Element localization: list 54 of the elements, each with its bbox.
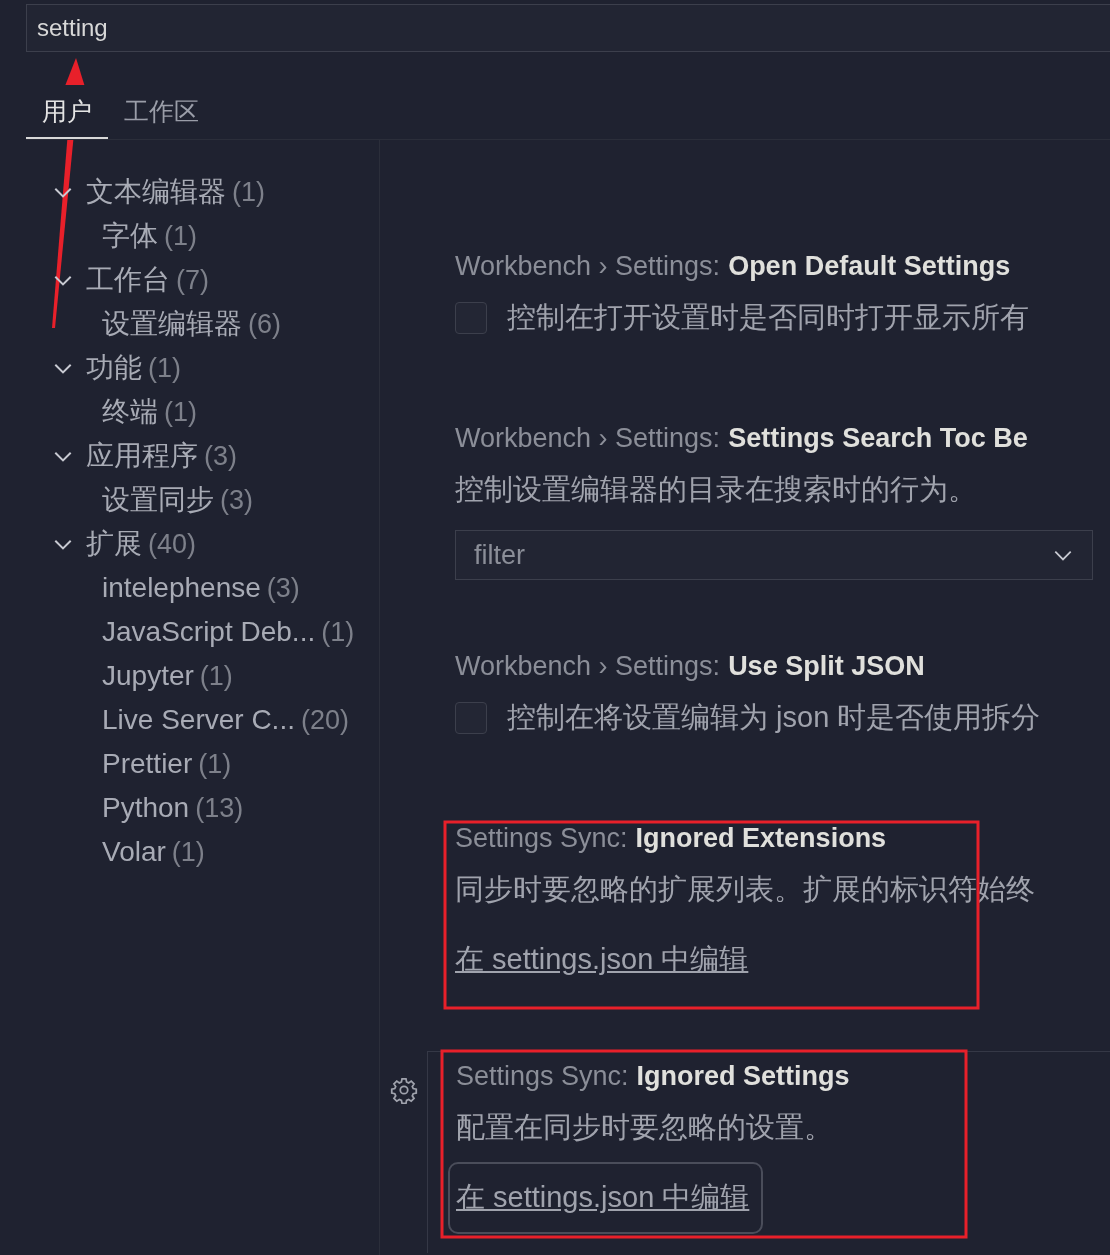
item-count: (1) — [232, 176, 265, 208]
settings-icon[interactable] — [390, 1076, 418, 1104]
toc-item[interactable]: 设置编辑器 — [102, 305, 242, 343]
item-count: (3) — [204, 440, 237, 472]
setting-category: Settings Sync: — [455, 823, 628, 853]
toc-item[interactable]: 字体 — [102, 217, 158, 255]
item-count: (1) — [171, 836, 205, 868]
toc-item[interactable]: 功能 — [86, 349, 142, 387]
toc-item[interactable]: 设置同步 — [102, 481, 214, 519]
setting-category: Workbench › Settings: — [455, 251, 721, 281]
setting-category: Workbench › Settings: — [455, 423, 721, 453]
item-count: (6) — [248, 308, 281, 340]
item-count: (3) — [220, 484, 253, 516]
dropdown[interactable]: filter — [455, 530, 1093, 580]
search-field[interactable]: setting — [26, 4, 1110, 52]
item-count: (3) — [266, 572, 300, 604]
setting-category: Settings Sync: — [456, 1061, 629, 1091]
toc-item[interactable]: 工作台 — [86, 261, 170, 299]
setting-name: Use Split JSON — [728, 651, 925, 681]
checkbox[interactable] — [455, 702, 487, 734]
checkbox[interactable] — [455, 302, 487, 334]
item-count: (7) — [176, 264, 209, 296]
toc-item[interactable]: Prettier — [102, 748, 193, 780]
item-count: (40) — [148, 528, 196, 560]
toc-item[interactable]: 终端 — [102, 393, 158, 431]
toc-item[interactable]: 扩展 — [86, 525, 142, 563]
toc-item[interactable]: Jupyter — [102, 660, 194, 692]
toc-item[interactable]: 应用程序 — [86, 437, 198, 475]
toc-item[interactable]: JavaScript Deb... — [102, 616, 316, 648]
item-count: (20) — [300, 704, 349, 736]
setting-description: 控制在打开设置时是否同时打开显示所有 — [507, 300, 1029, 335]
setting-name: Settings Search Toc Be — [728, 423, 1028, 453]
setting-category: Workbench › Settings: — [455, 651, 721, 681]
edit-link[interactable]: 在 settings.json 中编辑 — [450, 1164, 762, 1232]
setting-name: Open Default Settings — [728, 251, 1011, 281]
item-count: (1) — [321, 616, 355, 648]
setting-description: 配置在同步时要忽略的设置。 — [456, 1110, 833, 1145]
edit-link[interactable]: 在 settings.json 中编辑 — [455, 940, 749, 980]
item-count: (1) — [164, 220, 197, 252]
toc-item[interactable]: Live Server C... — [102, 704, 295, 736]
setting-description: 控制设置编辑器的目录在搜索时的行为。 — [455, 472, 977, 507]
item-count: (1) — [198, 748, 232, 780]
toc-item[interactable]: Python — [102, 792, 190, 824]
setting-name: Ignored Settings — [636, 1061, 850, 1091]
setting-name: Ignored Extensions — [635, 823, 887, 853]
toc-item[interactable]: intelephense — [102, 572, 261, 604]
scope-tab[interactable]: 用户 — [26, 85, 108, 139]
item-count: (1) — [164, 396, 197, 428]
item-count: (1) — [148, 352, 181, 384]
setting-description: 控制在将设置编辑为 json 时是否使用拆分 — [507, 700, 1041, 735]
item-count: (13) — [195, 792, 244, 824]
toc-item[interactable]: Volar — [102, 836, 166, 868]
toc-item[interactable]: 文本编辑器 — [86, 173, 226, 211]
item-count: (1) — [199, 660, 233, 692]
